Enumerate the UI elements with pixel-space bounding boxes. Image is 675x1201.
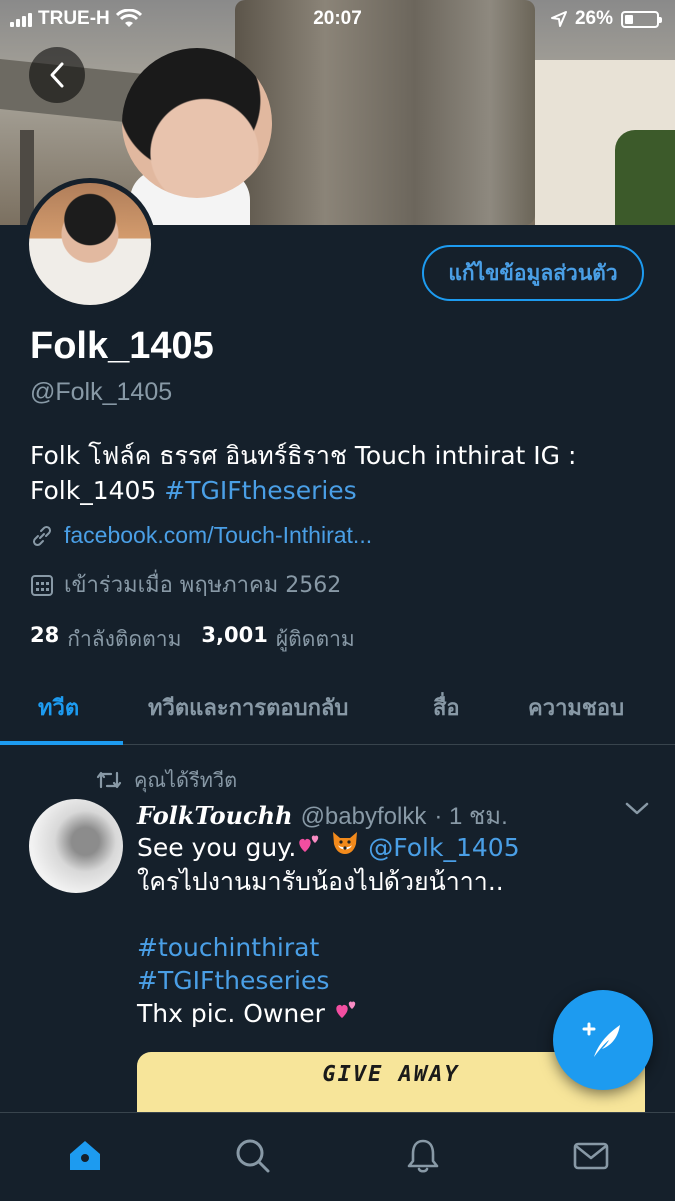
home-icon: [70, 1141, 100, 1170]
back-button[interactable]: [29, 47, 85, 103]
profile-link-row: facebook.com/Touch-Inthirat...: [30, 522, 372, 549]
tweet-author-avatar[interactable]: [29, 799, 123, 893]
banner-person-head: [122, 48, 272, 198]
active-tab-indicator: [0, 741, 123, 745]
edit-profile-button[interactable]: แก้ไขข้อมูลส่วนตัว: [422, 245, 644, 301]
follow-stats: 28 กำลังติดตาม 3,001 ผู้ติดตาม: [30, 623, 355, 656]
calendar-icon: [31, 574, 53, 596]
tweet-more-button[interactable]: [624, 800, 650, 823]
mail-icon: [573, 1142, 609, 1170]
following-link[interactable]: 28 กำลังติดตาม: [30, 623, 181, 656]
banner-tree: [615, 130, 675, 225]
compose-feather-icon: [582, 1022, 620, 1057]
retweet-indicator: คุณได้รีทวีต: [96, 764, 237, 796]
tab-tweets-and-replies[interactable]: ทวีตและการตอบกลับ: [148, 690, 348, 725]
chevron-left-icon: [50, 62, 64, 88]
display-name: Folk_1405: [30, 325, 214, 367]
two-hearts-emoji: [296, 832, 322, 865]
followers-link[interactable]: 3,001 ผู้ติดตาม: [201, 623, 354, 656]
retweet-icon: [96, 771, 122, 789]
following-label: กำลังติดตาม: [67, 627, 182, 651]
search-icon: [236, 1139, 270, 1173]
compose-tweet-button[interactable]: [553, 990, 653, 1090]
profile-tabs: ทวีต ทวีตและการตอบกลับ สื่อ ความชอบ: [0, 668, 675, 745]
profile-bio: Folk โฟล์ค ธรรศ อินทร์ธิราช Touch inthir…: [30, 438, 650, 508]
retweet-label: คุณได้รีทวีต: [134, 768, 238, 792]
tab-tweets[interactable]: ทวีต: [38, 690, 79, 725]
battery-percent: 26%: [574, 8, 613, 29]
followers-count: 3,001: [201, 623, 268, 647]
nav-search[interactable]: [223, 1131, 283, 1181]
bio-hashtag[interactable]: #TGIFtheseries: [164, 476, 356, 505]
profile-link[interactable]: facebook.com/Touch-Inthirat...: [64, 522, 372, 549]
nav-notifications[interactable]: [393, 1131, 453, 1181]
tweet-author-handle[interactable]: @babyfolkk: [301, 803, 427, 831]
tweet-author-name[interactable]: FolkTouchh: [137, 801, 293, 830]
fox-emoji: [330, 830, 360, 865]
tweet-line1: See you guy.: [137, 833, 297, 862]
nav-messages[interactable]: [561, 1131, 621, 1181]
status-bar: TRUE-H 20:07 26%: [0, 0, 675, 40]
tweet-line3: Thx pic. Owner: [137, 999, 325, 1028]
profile-handle: @Folk_1405: [30, 378, 173, 406]
location-arrow-icon: [550, 11, 567, 27]
joined-row: เข้าร่วมเมื่อ พฤษภาคม 2562: [30, 567, 341, 602]
avatar-image: [29, 183, 151, 305]
profile-avatar[interactable]: [24, 178, 156, 310]
bottom-navigation: [0, 1112, 675, 1201]
tweet-body: See you guy. @Folk_1405 ใครไปงานมารับน้อ…: [137, 830, 577, 1031]
tweet-hashtag-tgif[interactable]: #TGIFtheseries: [137, 966, 329, 995]
tweet-hashtag-touchinthirat[interactable]: #touchinthirat: [137, 933, 319, 962]
two-hearts-emoji-2: [333, 998, 359, 1031]
joined-date: เข้าร่วมเมื่อ พฤษภาคม 2562: [64, 573, 342, 598]
followers-label: ผู้ติดตาม: [275, 627, 355, 651]
chevron-down-icon: [625, 802, 649, 815]
tweet-mention[interactable]: @Folk_1405: [368, 833, 519, 862]
tab-media[interactable]: สื่อ: [433, 690, 460, 725]
tab-likes[interactable]: ความชอบ: [528, 690, 624, 725]
battery-icon: [621, 10, 662, 28]
nav-home[interactable]: [55, 1131, 115, 1181]
following-count: 28: [30, 623, 60, 647]
tweet-line2: ใครไปงานมารับน้องไปด้วยน้าาา..: [137, 867, 504, 896]
bell-icon: [407, 1139, 439, 1173]
status-right: 26%: [550, 8, 662, 30]
battery-fill: [625, 14, 633, 24]
link-icon: [32, 525, 52, 546]
